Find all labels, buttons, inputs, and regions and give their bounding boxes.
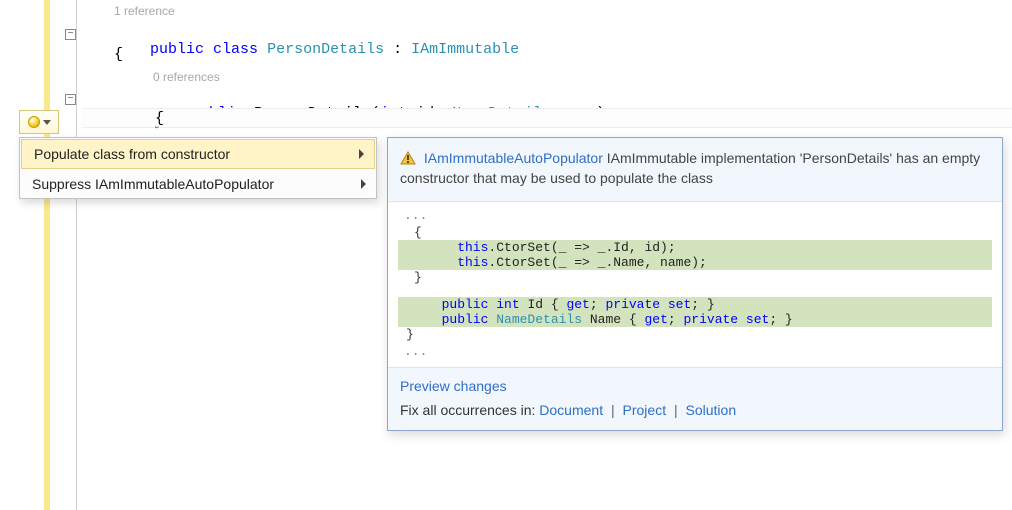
fix-project-link[interactable]: Project <box>623 402 667 418</box>
kw: int <box>488 297 519 312</box>
kw: this <box>426 240 488 255</box>
ellipsis: ... <box>398 342 992 361</box>
preview-diff: ... { this.CtorSet(_ => _.Id, id); this.… <box>388 202 1002 367</box>
context-line: } <box>398 270 992 285</box>
keyword: class <box>213 41 258 58</box>
lightbulb-button[interactable] <box>19 110 59 134</box>
change-gutter <box>44 0 50 510</box>
added-line: this.CtorSet(_ => _.Id, id); <box>398 240 992 255</box>
menu-item-label: Suppress IAmImmutableAutoPopulator <box>32 176 274 192</box>
punct: : <box>384 41 411 58</box>
chevron-right-icon <box>361 179 366 189</box>
text: Id { <box>520 297 567 312</box>
type-name: IAmImmutable <box>411 41 519 58</box>
lightbulb-icon <box>28 116 40 128</box>
separator: | <box>611 402 615 418</box>
kw: public <box>426 312 488 327</box>
text: ; <box>668 312 684 327</box>
code-editor: − − 1 reference public class PersonDetai… <box>0 0 1012 510</box>
preview-header: IAmImmutableAutoPopulator IAmImmutable i… <box>388 138 1002 202</box>
codelens-references[interactable]: 1 reference <box>114 4 175 18</box>
preview-changes-link[interactable]: Preview changes <box>400 378 507 394</box>
separator: | <box>674 402 678 418</box>
type: NameDetails <box>488 312 582 327</box>
kw: private <box>605 297 660 312</box>
text: Name { <box>582 312 644 327</box>
warning-icon <box>400 151 416 165</box>
menu-item-suppress[interactable]: Suppress IAmImmutableAutoPopulator <box>20 170 376 198</box>
text: ; } <box>769 312 792 327</box>
collapse-toggle[interactable]: − <box>65 29 76 40</box>
outline-guide <box>76 0 77 510</box>
ellipsis: ... <box>398 206 992 225</box>
chevron-down-icon <box>43 120 51 125</box>
codelens-references[interactable]: 0 references <box>153 70 220 84</box>
preview-footer: Preview changes Fix all occurrences in: … <box>388 367 1002 430</box>
current-line <box>82 108 1012 128</box>
fix-document-link[interactable]: Document <box>539 402 603 418</box>
type-name: PersonDetails <box>267 41 384 58</box>
collapse-toggle[interactable]: − <box>65 94 76 105</box>
spacer <box>398 285 992 297</box>
text: .CtorSet(_ => _.Name, name); <box>488 255 706 270</box>
quickfix-menu: Populate class from constructor Suppress… <box>19 137 377 199</box>
brace-squiggle: { <box>155 110 164 127</box>
kw: get <box>644 312 667 327</box>
text: ; } <box>691 297 714 312</box>
menu-item-populate[interactable]: Populate class from constructor <box>21 139 375 169</box>
chevron-right-icon <box>359 149 364 159</box>
text: ; <box>590 297 606 312</box>
context-line: } <box>398 327 992 342</box>
kw: get <box>566 297 589 312</box>
fix-all-label: Fix all occurrences in: <box>400 402 539 418</box>
fix-solution-link[interactable]: Solution <box>686 402 737 418</box>
kw: private <box>683 312 738 327</box>
menu-item-label: Populate class from constructor <box>34 146 230 162</box>
kw: public <box>426 297 488 312</box>
keyword: public <box>150 41 204 58</box>
code-line: public class PersonDetails : IAmImmutabl… <box>114 24 519 75</box>
added-line: public int Id { get; private set; } <box>398 297 992 312</box>
added-line: this.CtorSet(_ => _.Name, name); <box>398 255 992 270</box>
context-line: { <box>398 225 992 240</box>
kw: set <box>738 312 769 327</box>
kw: set <box>660 297 691 312</box>
preview-panel: IAmImmutableAutoPopulator IAmImmutable i… <box>387 137 1003 431</box>
brace: { <box>114 46 123 63</box>
text: .CtorSet(_ => _.Id, id); <box>488 240 675 255</box>
brace: { <box>155 110 164 127</box>
added-line: public NameDetails Name { get; private s… <box>398 312 992 327</box>
kw: this <box>426 255 488 270</box>
analyzer-id-link[interactable]: IAmImmutableAutoPopulator <box>424 150 603 166</box>
